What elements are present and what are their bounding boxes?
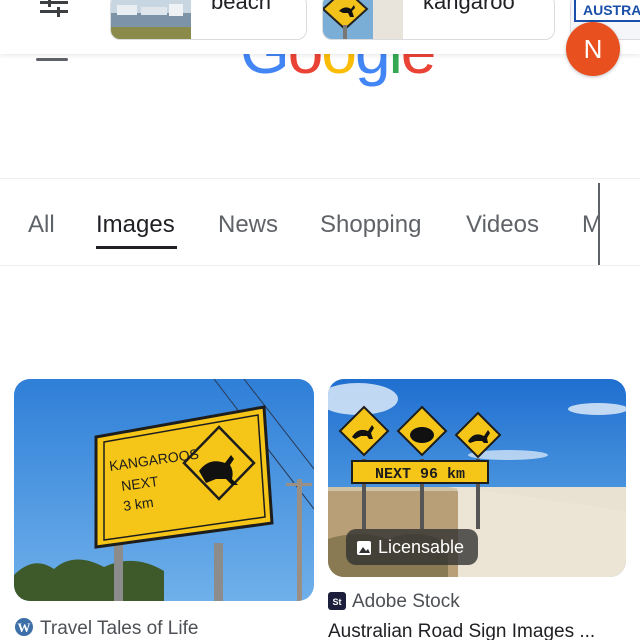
- road-signs-image[interactable]: NEXT 96 km Licensable: [328, 379, 626, 577]
- chip-label: kangaroo: [423, 0, 515, 14]
- result-source[interactable]: St Adobe Stock: [328, 591, 460, 616]
- chip-kangaroo[interactable]: kangaroo: [322, 0, 555, 40]
- result-source[interactable]: W Travel Tales of Life: [14, 617, 198, 640]
- tab-scroll-divider: [598, 183, 600, 265]
- beach-thumbnail: [111, 0, 191, 39]
- badge-label: Licensable: [378, 537, 465, 557]
- licensable-badge[interactable]: Licensable: [346, 529, 479, 568]
- sign-text: NEXT 96 km: [375, 466, 465, 483]
- chip-label: beach: [211, 0, 271, 14]
- tab-all[interactable]: All: [28, 211, 55, 239]
- source-name: Adobe Stock: [352, 591, 460, 612]
- kangaroo-sign-image[interactable]: KANGAROOS NEXT 3 km: [14, 379, 314, 601]
- source-name: Travel Tales of Life: [40, 618, 199, 639]
- active-tab-indicator: [96, 246, 177, 249]
- kangaroo-sign-thumbnail: [323, 0, 403, 39]
- search-tabs: All Images News Shopping Videos M: [0, 178, 640, 266]
- tab-news[interactable]: News: [218, 211, 278, 239]
- adobe-stock-icon: St: [328, 592, 346, 616]
- wordpress-icon: W: [14, 617, 34, 640]
- google-images-results-page: Google beach: [0, 0, 640, 640]
- svg-text:W: W: [18, 620, 31, 635]
- menu-icon[interactable]: [36, 58, 68, 61]
- image-icon: [356, 532, 372, 568]
- favicon-text: St: [333, 597, 342, 607]
- filter-icon[interactable]: [34, 0, 74, 20]
- tab-videos[interactable]: Videos: [466, 211, 539, 239]
- tab-shopping[interactable]: Shopping: [320, 211, 421, 239]
- account-avatar[interactable]: N: [566, 22, 620, 76]
- tab-images[interactable]: Images: [96, 211, 175, 239]
- chip-beach[interactable]: beach: [110, 0, 307, 40]
- result-title[interactable]: Australian Road Sign Images ...: [328, 621, 595, 640]
- australia-stamp-text: AUSTRALIA: [583, 2, 640, 18]
- related-searches-bar: beach kangaroo AUSTRALIA: [0, 0, 640, 54]
